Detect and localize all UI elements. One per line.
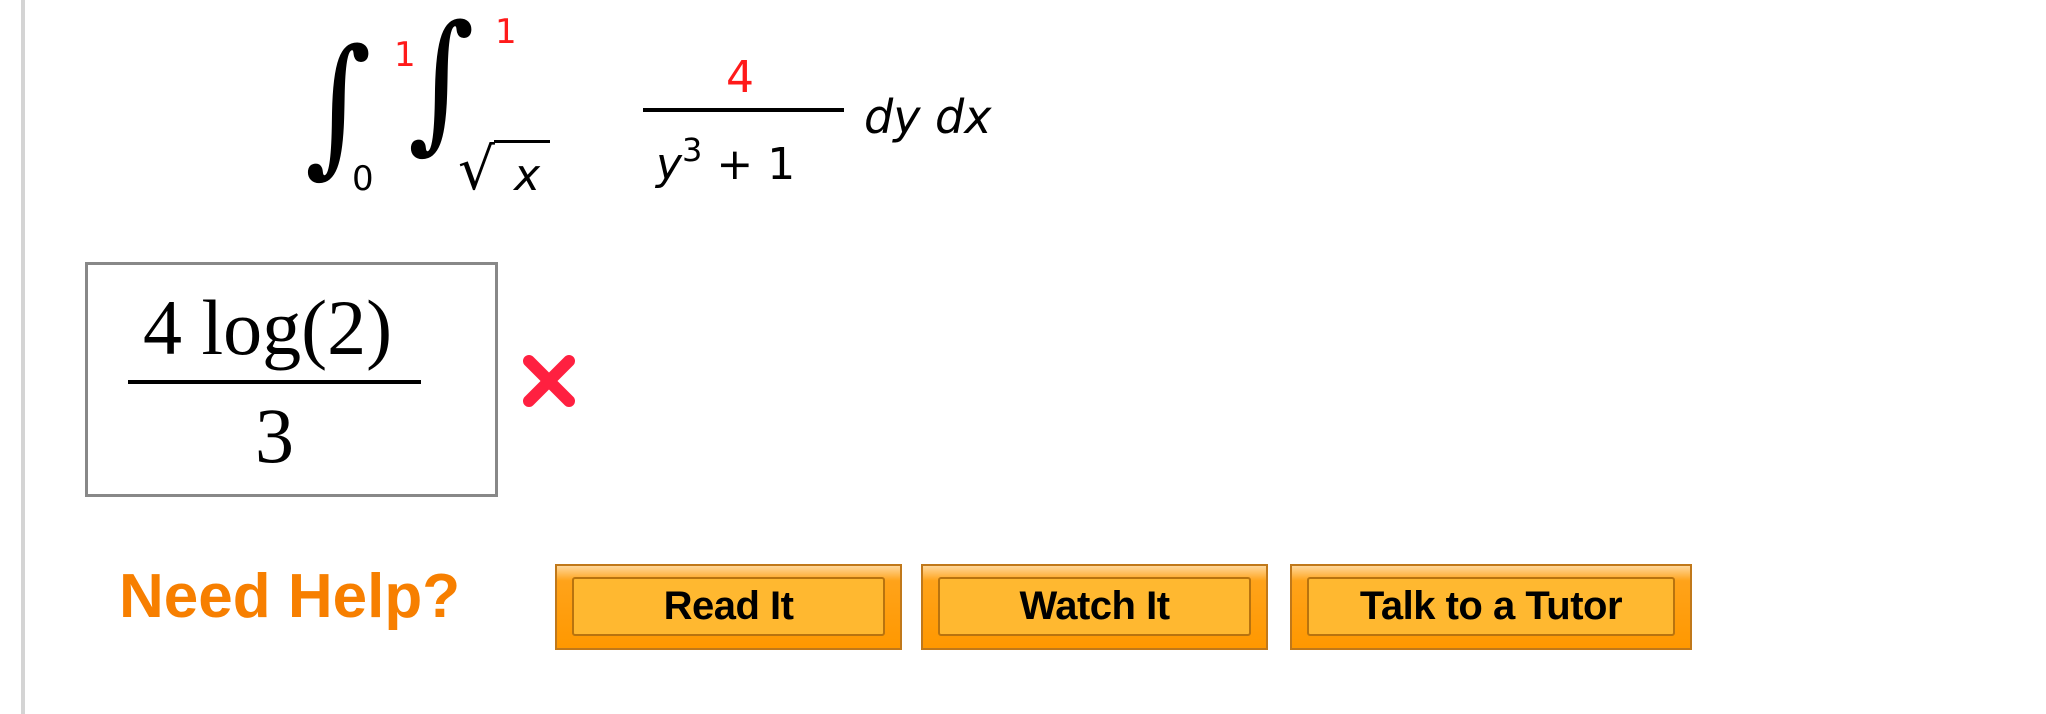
problem-expression: ∫ 1 0 ∫ 1 √ x 4 y3 + 1 dy dx	[0, 0, 1100, 230]
watch-it-button-label: Watch It	[1019, 584, 1170, 628]
red-x-icon	[523, 355, 575, 407]
talk-to-tutor-button-label: Talk to a Tutor	[1359, 584, 1623, 628]
sqrt-vinculum	[494, 140, 550, 143]
talk-to-tutor-button[interactable]: Talk to a Tutor	[1290, 564, 1692, 650]
answer-numerator: 4 log(2)	[143, 284, 393, 371]
read-it-button-face: Read It	[572, 577, 885, 636]
sqrt-symbol: √	[458, 135, 495, 203]
answer-denominator: 3	[255, 392, 294, 479]
read-it-button[interactable]: Read It	[555, 564, 902, 650]
answer-fraction-bar	[128, 380, 421, 384]
watch-it-button-face: Watch It	[938, 577, 1251, 636]
integrand-denominator: y3 + 1	[656, 134, 795, 187]
talk-to-tutor-button-face: Talk to a Tutor	[1307, 577, 1675, 636]
sqrt-radicand: x	[514, 150, 541, 201]
outer-lower-limit: 0	[352, 159, 374, 199]
inner-upper-limit: 1	[495, 12, 517, 52]
outer-integral-sign: ∫	[305, 18, 372, 192]
need-help-label: Need Help?	[119, 562, 461, 631]
watch-it-button[interactable]: Watch It	[921, 564, 1268, 650]
read-it-button-label: Read It	[663, 584, 794, 628]
denominator-exponent: 3	[682, 131, 703, 169]
inner-lower-limit: √ x	[458, 140, 558, 210]
integrand-numerator: 4	[726, 52, 754, 103]
denominator-variable: y	[656, 139, 683, 190]
inner-integral-sign: ∫	[408, 0, 475, 168]
differentials: dy dx	[864, 90, 992, 144]
integrand-fraction-bar	[643, 108, 844, 112]
answer-input-box[interactable]: 4 log(2) 3	[85, 262, 498, 497]
denominator-constant: + 1	[702, 139, 796, 190]
